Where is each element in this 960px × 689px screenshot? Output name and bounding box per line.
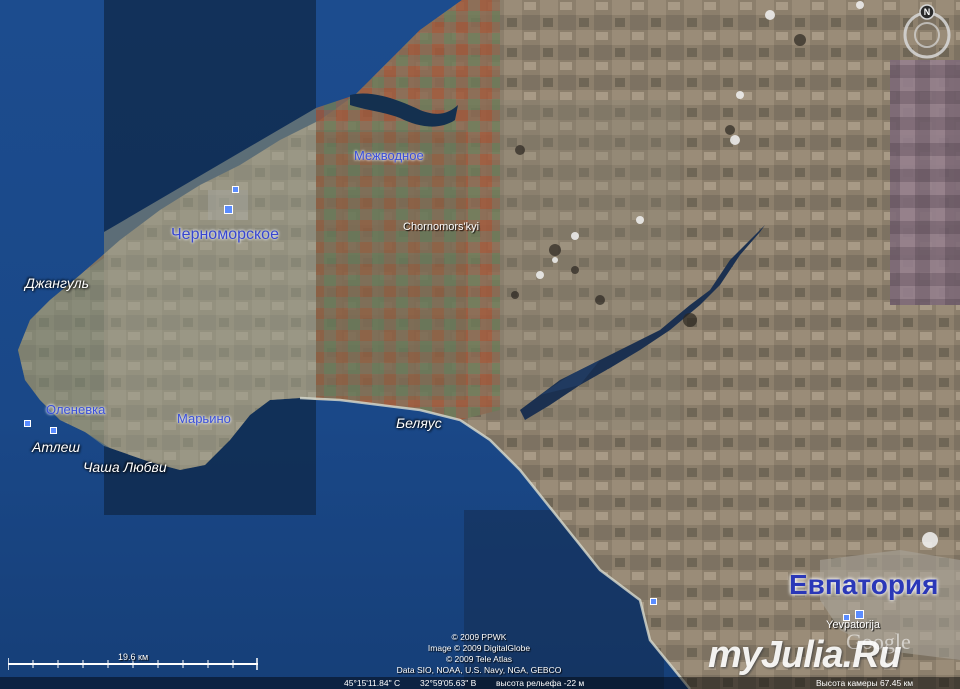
chernomorskoe-port-marker[interactable]: [232, 186, 239, 193]
scale-label: 19.6 км: [118, 652, 149, 662]
status-bar: 45°15'11.84" С 32°59'05.63" В высота рел…: [0, 677, 960, 689]
label-chornomorskyi[interactable]: Chornomors'kyi: [403, 222, 479, 233]
status-camera-altitude: Высота камеры 67.45 км: [816, 678, 914, 688]
coast-marker[interactable]: [650, 598, 657, 605]
label-chasha[interactable]: Чаша Любви: [83, 460, 167, 474]
imagery-credits: © 2009 PPWK Image © 2009 DigitalGlobe © …: [374, 632, 584, 676]
compass-control[interactable]: N: [898, 4, 956, 62]
credit-line: Image © 2009 DigitalGlobe: [427, 643, 531, 653]
label-olenevka[interactable]: Оленевка: [46, 403, 105, 416]
credit-line: © 2009 PPWK: [451, 632, 507, 642]
status-latitude: 45°15'11.84" С: [344, 678, 401, 688]
label-dzhangul[interactable]: Джангуль: [25, 276, 89, 290]
label-chernomorskoe[interactable]: Черноморское: [171, 227, 279, 243]
label-atlesh[interactable]: Атлеш: [32, 440, 80, 454]
status-longitude: 32°59'05.63" В: [420, 678, 477, 688]
compass-north-label: N: [924, 7, 931, 17]
label-mezhvodnoe[interactable]: Межводное: [354, 149, 424, 162]
yevpatorija-marker[interactable]: [855, 610, 864, 619]
satellite-map[interactable]: Джангуль Черноморское Межводное Chornomo…: [0, 0, 960, 689]
chernomorskoe-marker[interactable]: [224, 205, 233, 214]
credit-line: Data SIO, NOAA, U.S. Navy, NGA, GEBCO: [396, 665, 562, 675]
label-marino[interactable]: Марьино: [177, 412, 231, 425]
label-belyaus[interactable]: Беляус: [396, 416, 442, 430]
olenevka-marker[interactable]: [50, 427, 57, 434]
label-evpatoria[interactable]: Евпатория: [789, 571, 938, 599]
status-elevation: высота рельефа -22 м: [496, 678, 585, 688]
atlesh-marker[interactable]: [24, 420, 31, 427]
site-watermark: myJulia.Ru: [708, 634, 902, 676]
credit-line: © 2009 Tele Atlas: [445, 654, 513, 664]
